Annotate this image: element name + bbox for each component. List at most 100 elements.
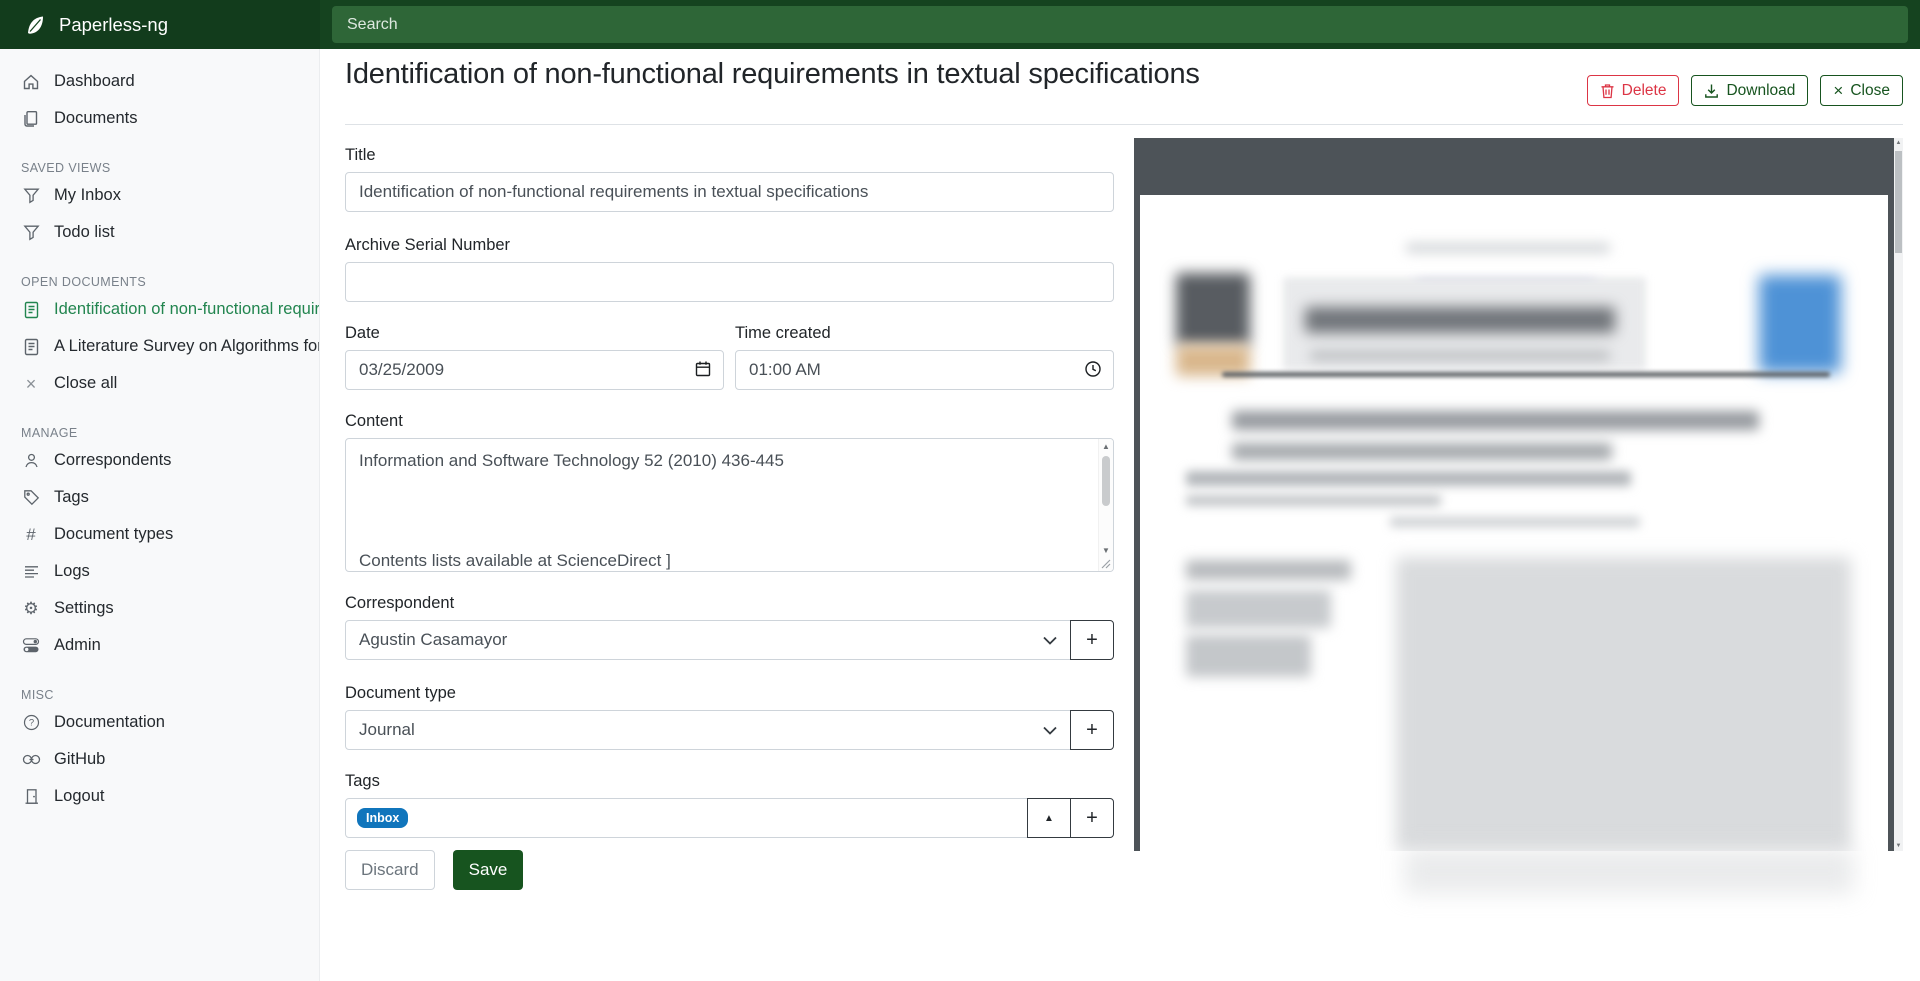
page-title: Identification of non-functional require… (345, 58, 1545, 91)
blurred-logo (1759, 275, 1841, 373)
calendar-icon[interactable] (694, 360, 712, 378)
correspondent-select[interactable]: Agustin Casamayor (345, 620, 1071, 660)
document-type-label: Document type (345, 684, 1114, 703)
scroll-down-icon[interactable]: ▼ (1894, 843, 1903, 849)
sidebar-item-todo-list[interactable]: Todo list (0, 214, 319, 251)
tags-input[interactable]: Inbox (345, 798, 1028, 838)
scroll-up-icon[interactable]: ▲ (1099, 442, 1113, 451)
toggles-icon (21, 636, 41, 656)
blurred-content (1406, 243, 1610, 253)
sidebar-item-label: Dashboard (54, 72, 143, 91)
add-document-type-button[interactable]: + (1070, 710, 1114, 750)
sidebar-item-settings[interactable]: ⚙ Settings (0, 590, 319, 627)
blurred-content (1404, 848, 1854, 894)
tag-badge-inbox[interactable]: Inbox (357, 808, 408, 829)
download-button[interactable]: Download (1691, 75, 1808, 106)
sidebar-item-label: Settings (54, 599, 122, 618)
blurred-content (1186, 560, 1351, 580)
sidebar-item-github[interactable]: GitHub (0, 741, 319, 778)
sidebar-item-label: Documents (54, 109, 145, 128)
content-textarea-frame: Information and Software Technology 52 (… (345, 438, 1114, 572)
sidebar-item-dashboard[interactable]: Dashboard (0, 63, 319, 100)
sidebar-section-manage: MANAGE (0, 424, 319, 442)
scroll-down-icon[interactable]: ▼ (1099, 546, 1113, 555)
filter-icon (21, 186, 41, 206)
clock-icon[interactable] (1084, 360, 1102, 378)
asn-input[interactable] (345, 262, 1114, 302)
open-document-title: Identification of non-functional require… (54, 300, 319, 319)
sidebar-item-logout[interactable]: Logout (0, 778, 319, 815)
blurred-logo (1176, 273, 1250, 345)
content-textarea[interactable]: Information and Software Technology 52 (… (346, 439, 1097, 571)
add-correspondent-button[interactable]: + (1070, 620, 1114, 660)
pdf-viewer-frame (1134, 138, 1894, 851)
resize-grip-icon[interactable] (1100, 558, 1111, 569)
close-button[interactable]: × Close (1820, 75, 1903, 106)
date-label: Date (345, 324, 724, 343)
content-scrollbar[interactable]: ▲ ▼ (1098, 439, 1113, 571)
time-created-input[interactable] (735, 350, 1114, 390)
sidebar-section-open-documents: OPEN DOCUMENTS (0, 273, 319, 291)
document-edit-form: Title Archive Serial Number Date Time cr… (345, 124, 1114, 890)
plus-icon: + (1086, 719, 1098, 742)
sidebar-item-logs[interactable]: Logs (0, 553, 319, 590)
hash-icon: # (21, 525, 41, 545)
pdf-page (1140, 195, 1888, 851)
date-input[interactable] (345, 350, 724, 390)
text-lines-icon (21, 562, 41, 582)
leaf-icon (24, 14, 46, 36)
discard-button[interactable]: Discard (345, 850, 435, 890)
scrollbar-thumb[interactable] (1895, 151, 1902, 253)
plus-icon: + (1086, 629, 1098, 652)
sidebar-item-tags[interactable]: Tags (0, 479, 319, 516)
sidebar-item-label: Todo list (54, 223, 123, 242)
sidebar-open-document-1[interactable]: Identification of non-functional require… (0, 291, 319, 328)
sidebar-item-admin[interactable]: Admin (0, 627, 319, 664)
delete-button[interactable]: Delete (1587, 75, 1680, 106)
blurred-content (1232, 443, 1612, 460)
blurred-content (1310, 351, 1610, 360)
add-tag-button[interactable]: + (1070, 798, 1114, 838)
blurred-content (1232, 411, 1759, 430)
search-input[interactable] (332, 6, 1908, 43)
filter-icon (21, 223, 41, 243)
sidebar-item-documents[interactable]: Documents (0, 100, 319, 137)
gear-icon: ⚙ (21, 599, 41, 619)
scrollbar-thumb[interactable] (1102, 456, 1110, 506)
sidebar-item-documentation[interactable]: ? Documentation (0, 704, 319, 741)
sidebar-section-misc: MISC (0, 686, 319, 704)
sidebar-item-label: Admin (54, 636, 109, 655)
house-icon (21, 72, 41, 92)
sidebar-item-my-inbox[interactable]: My Inbox (0, 177, 319, 214)
open-document-title: A Literature Survey on Algorithms for Mu… (54, 337, 319, 356)
download-icon (1704, 83, 1719, 99)
document-actions: Delete Download × Close (1587, 75, 1903, 106)
sidebar-item-label: Document types (54, 525, 181, 544)
scroll-up-icon[interactable]: ▲ (1894, 140, 1903, 146)
app-brand[interactable]: Paperless-ng (0, 0, 320, 49)
sidebar-item-label: Correspondents (54, 451, 179, 470)
sidebar-item-close-all[interactable]: × Close all (0, 365, 319, 402)
document-type-select[interactable]: Journal (345, 710, 1071, 750)
sidebar-item-label: Close all (54, 374, 125, 393)
blurred-rule (1222, 372, 1830, 377)
sidebar-item-correspondents[interactable]: Correspondents (0, 442, 319, 479)
asn-label: Archive Serial Number (345, 236, 1114, 255)
plus-icon: + (1086, 807, 1098, 830)
blurred-content (1396, 557, 1851, 851)
save-button[interactable]: Save (453, 850, 524, 890)
sidebar-section-saved-views: SAVED VIEWS (0, 159, 319, 177)
blurred-content (1186, 635, 1311, 677)
pdf-scrollbar[interactable]: ▲ ▼ (1894, 138, 1903, 851)
svg-text:?: ? (28, 718, 33, 729)
sidebar-item-document-types[interactable]: # Document types (0, 516, 319, 553)
document-preview: ▲ ▼ (1134, 138, 1903, 851)
tags-dropdown-button[interactable]: ▲ (1027, 798, 1071, 838)
close-icon: × (21, 374, 41, 394)
tags-label: Tags (345, 772, 1114, 791)
blurred-content (1305, 307, 1615, 333)
question-circle-icon: ? (21, 713, 41, 733)
title-input[interactable] (345, 172, 1114, 212)
sidebar-open-document-2[interactable]: A Literature Survey on Algorithms for Mu… (0, 328, 319, 365)
sidebar-item-label: My Inbox (54, 186, 129, 205)
